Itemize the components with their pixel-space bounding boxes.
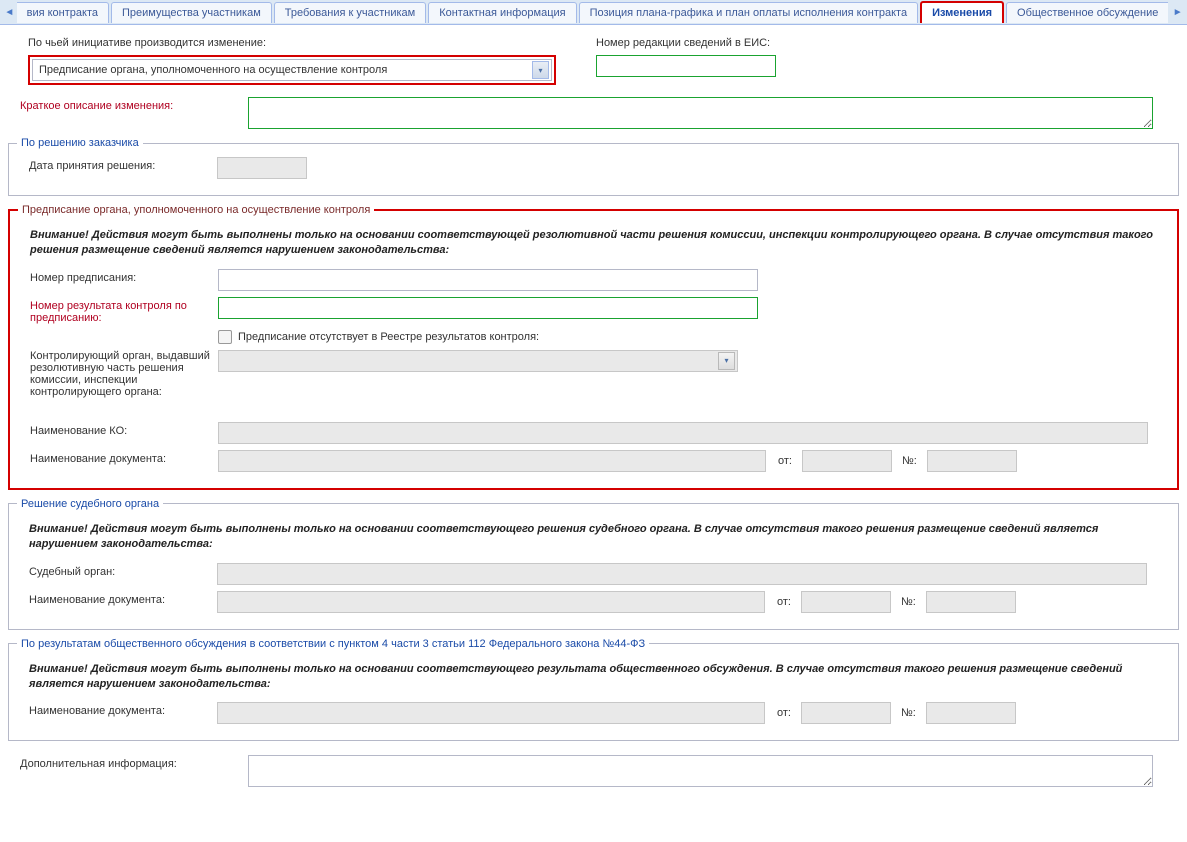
- extra-info-textarea[interactable]: [248, 755, 1153, 787]
- tab-public-discussion[interactable]: Общественное обсуждение: [1006, 2, 1168, 23]
- prescription-fieldset: Предписание органа, уполномоченного на о…: [8, 204, 1179, 490]
- decision-date-label: Дата принятия решения:: [17, 157, 217, 172]
- spacer: [18, 330, 218, 333]
- prescription-number-label: Номер предписания:: [18, 269, 218, 284]
- no-label: №:: [901, 707, 916, 719]
- public-legend: По результатам общественного обсуждения …: [17, 638, 649, 650]
- ko-name-input[interactable]: [218, 422, 1148, 444]
- prescription-number-input[interactable]: [218, 269, 758, 291]
- court-body-input[interactable]: [217, 563, 1147, 585]
- control-body-select[interactable]: ▾: [218, 350, 738, 372]
- control-body-label: Контролирующий орган, выдавший резолютив…: [18, 350, 218, 398]
- tab-requirements[interactable]: Требования к участникам: [274, 2, 426, 23]
- no-label: №:: [902, 455, 917, 467]
- public-warning: Внимание! Действия могут быть выполнены …: [17, 658, 1170, 703]
- tab-scroll-right-icon[interactable]: ►: [1170, 1, 1185, 23]
- court-legend: Решение судебного органа: [17, 498, 163, 510]
- court-doc-name-input[interactable]: [217, 591, 765, 613]
- prescription-absent-label: Предписание отсутствует в Реестре резуль…: [238, 331, 539, 343]
- tab-contacts[interactable]: Контактная информация: [428, 2, 576, 23]
- doc-name-label: Наименование документа:: [18, 450, 218, 465]
- tabs-bar: ◄ вия контракта Преимущества участникам …: [0, 0, 1187, 25]
- from-label: от:: [778, 455, 792, 467]
- public-doc-name-label: Наименование документа:: [17, 702, 217, 717]
- from-label: от:: [777, 596, 791, 608]
- court-fieldset: Решение судебного органа Внимание! Дейст…: [8, 498, 1179, 630]
- doc-no-input[interactable]: [927, 450, 1017, 472]
- control-result-input[interactable]: [218, 297, 758, 319]
- ko-name-label: Наименование КО:: [18, 422, 218, 437]
- tab-contract-conditions[interactable]: вия контракта: [17, 2, 109, 23]
- chevron-down-icon[interactable]: ▾: [718, 352, 735, 370]
- public-doc-name-input[interactable]: [217, 702, 765, 724]
- decision-date-input[interactable]: [217, 157, 307, 179]
- tab-plan-schedule[interactable]: Позиция плана-графика и план оплаты испо…: [579, 2, 918, 23]
- tab-advantages[interactable]: Преимущества участникам: [111, 2, 272, 23]
- from-label: от:: [777, 707, 791, 719]
- revision-input[interactable]: [596, 55, 776, 77]
- court-body-label: Судебный орган:: [17, 563, 217, 578]
- initiative-highlight: Предписание органа, уполномоченного на о…: [28, 55, 556, 85]
- tab-content: По чьей инициативе производится изменени…: [0, 25, 1187, 801]
- public-doc-no-input[interactable]: [926, 702, 1016, 724]
- no-label: №:: [901, 596, 916, 608]
- court-doc-name-label: Наименование документа:: [17, 591, 217, 606]
- public-doc-date-input[interactable]: [801, 702, 891, 724]
- prescription-absent-checkbox[interactable]: [218, 330, 232, 344]
- revision-label: Номер редакции сведений в ЕИС:: [596, 37, 776, 49]
- court-doc-date-input[interactable]: [801, 591, 891, 613]
- customer-decision-legend: По решению заказчика: [17, 137, 143, 149]
- tab-scroll-left-icon[interactable]: ◄: [2, 1, 17, 23]
- chevron-down-icon[interactable]: ▾: [532, 61, 549, 79]
- prescription-warning: Внимание! Действия могут быть выполнены …: [18, 224, 1169, 269]
- prescription-legend: Предписание органа, уполномоченного на о…: [18, 204, 374, 216]
- initiative-select[interactable]: Предписание органа, уполномоченного на о…: [32, 59, 552, 81]
- initiative-value: Предписание органа, уполномоченного на о…: [39, 64, 387, 76]
- short-desc-label: Краткое описание изменения:: [8, 97, 248, 112]
- doc-name-input[interactable]: [218, 450, 766, 472]
- extra-info-label: Дополнительная информация:: [8, 755, 248, 770]
- tab-changes[interactable]: Изменения: [920, 1, 1004, 23]
- initiative-label: По чьей инициативе производится изменени…: [28, 37, 556, 49]
- court-warning: Внимание! Действия могут быть выполнены …: [17, 518, 1170, 563]
- customer-decision-fieldset: По решению заказчика Дата принятия решен…: [8, 137, 1179, 196]
- doc-date-input[interactable]: [802, 450, 892, 472]
- court-doc-no-input[interactable]: [926, 591, 1016, 613]
- short-desc-textarea[interactable]: [248, 97, 1153, 129]
- public-discussion-fieldset: По результатам общественного обсуждения …: [8, 638, 1179, 742]
- control-result-label: Номер результата контроля по предписанию…: [18, 297, 218, 324]
